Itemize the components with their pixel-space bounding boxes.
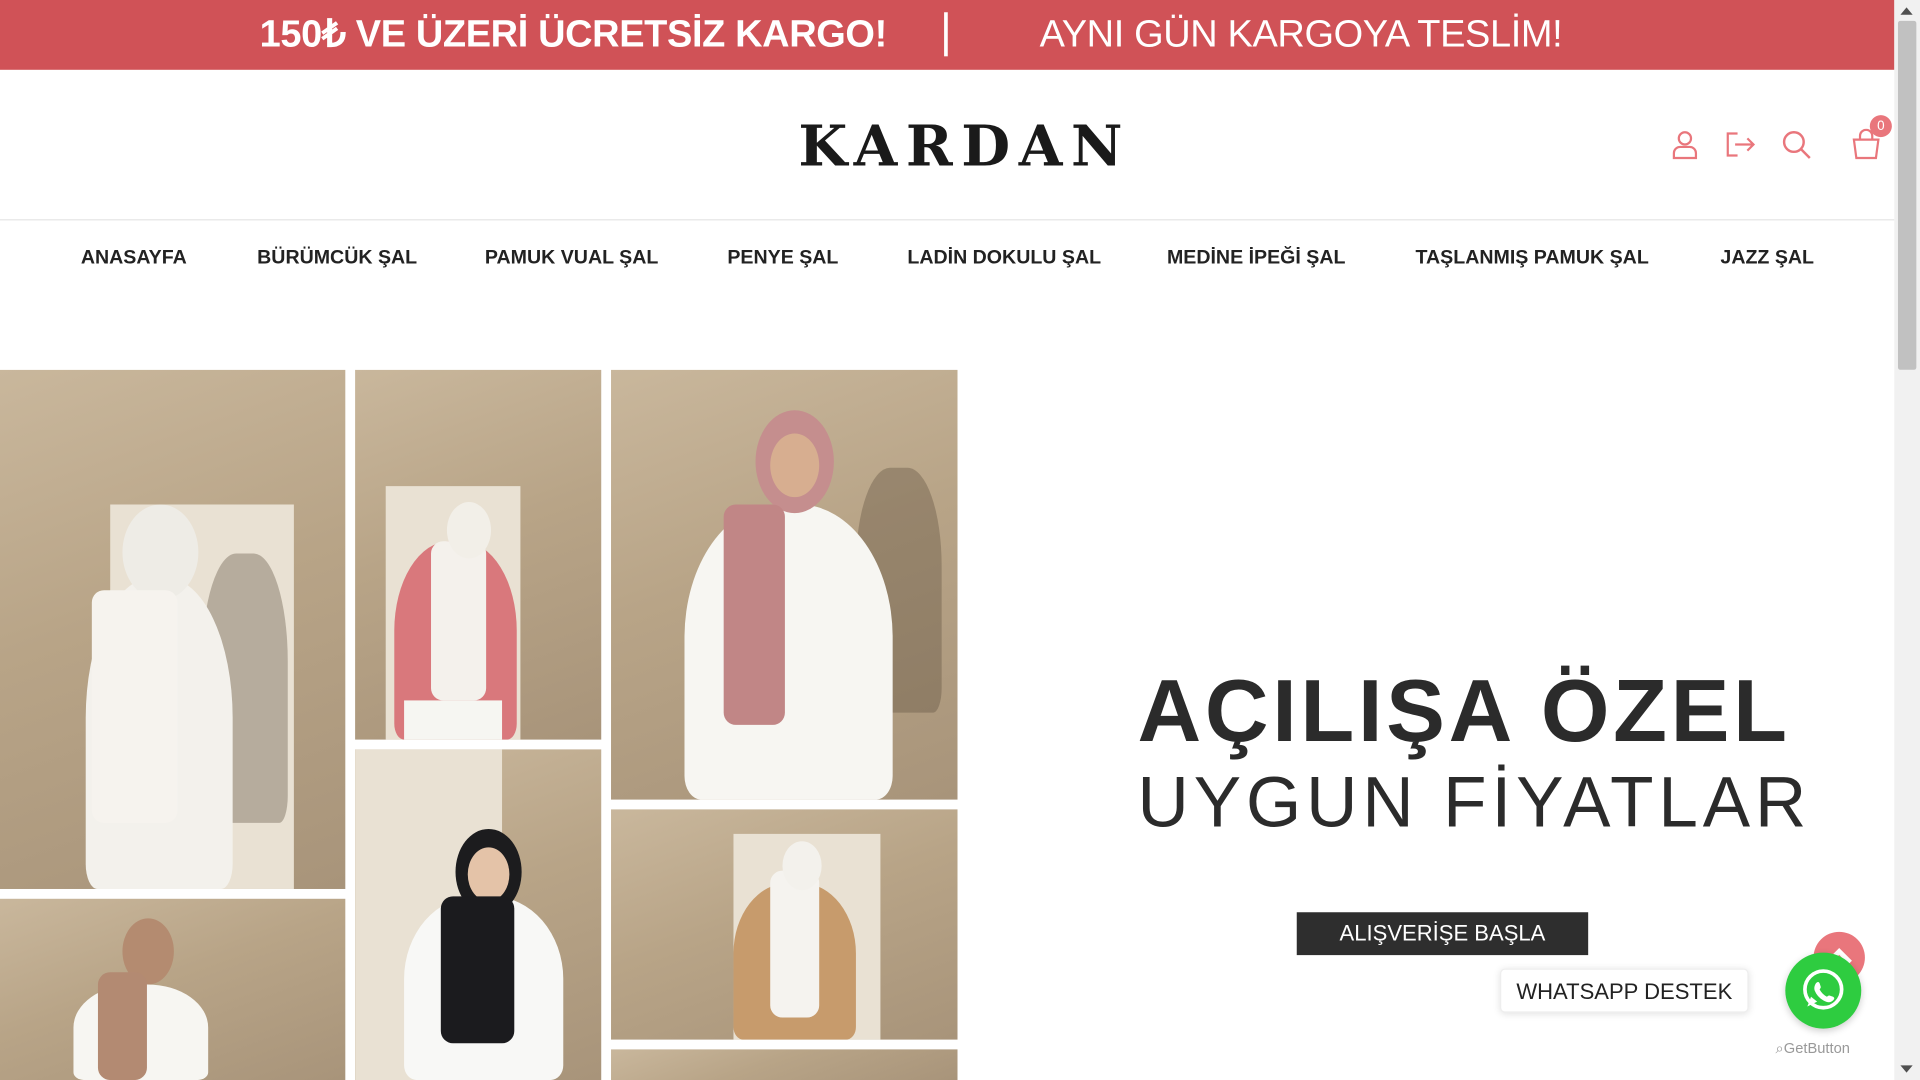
logout-icon[interactable]: [1724, 129, 1756, 161]
page-scrollbar[interactable]: [1894, 0, 1920, 1080]
model-photo-white-scarf-profile: [0, 369, 346, 889]
getbutton-credit[interactable]: ⌕GetButton: [1776, 1040, 1850, 1058]
nav-item-jazz-sal[interactable]: JAZZ ŞAL: [1720, 247, 1814, 269]
start-shopping-button[interactable]: ALIŞVERİŞE BAŞLA: [1296, 912, 1589, 956]
main-navigation: ANASAYFA BÜRÜMCÜK ŞAL PAMUK VUAL ŞAL PEN…: [0, 222, 1894, 295]
getbutton-logo-icon: ⌕: [1775, 1039, 1784, 1057]
whatsapp-button[interactable]: [1785, 952, 1862, 1029]
scroll-down-arrow-icon[interactable]: [1900, 1065, 1913, 1073]
model-photo-beige-scarf: [0, 898, 346, 1080]
nav-item-penye-sal[interactable]: PENYE ŞAL: [727, 247, 838, 269]
getbutton-label: GetButton: [1783, 1039, 1850, 1057]
free-shipping-text: 150₺ VE ÜZERİ ÜCRETSİZ KARGO!: [259, 12, 888, 56]
nav-item-burumcuk-sal[interactable]: BÜRÜMCÜK ŞAL: [257, 247, 417, 269]
whatsapp-support-label[interactable]: WHATSAPP DESTEK: [1500, 968, 1749, 1013]
model-photo-partial: [611, 1049, 958, 1080]
nav-item-anasayfa[interactable]: ANASAYFA: [81, 247, 187, 269]
site-header: KARDAN: [0, 70, 1895, 221]
same-day-shipping-text: AYNI GÜN KARGOYA TESLİM!: [1039, 12, 1563, 56]
nav-item-medine-ipegi-sal[interactable]: MEDİNE İPEĞİ ŞAL: [1167, 247, 1346, 269]
search-icon[interactable]: [1780, 129, 1812, 161]
promo-bar: 150₺ VE ÜZERİ ÜCRETSİZ KARGO! AYNI GÜN K…: [0, 0, 1895, 70]
scroll-up-arrow-icon[interactable]: [1900, 7, 1913, 15]
nav-item-taslanmis-pamuk-sal[interactable]: TAŞLANMIŞ PAMUK ŞAL: [1416, 247, 1649, 269]
model-photo-pink-scarf: [611, 369, 958, 800]
model-photo-black-scarf: [355, 749, 602, 1080]
site-logo[interactable]: KARDAN: [798, 113, 1131, 179]
nav-item-ladin-dokulu-sal[interactable]: LADİN DOKULU ŞAL: [907, 247, 1101, 269]
whatsapp-icon: [1803, 969, 1844, 1010]
user-icon[interactable]: [1669, 129, 1701, 161]
scrollbar-thumb[interactable]: [1897, 20, 1917, 370]
nav-item-pamuk-vual-sal[interactable]: PAMUK VUAL ŞAL: [485, 247, 658, 269]
hero-title: AÇILIŞA ÖZEL: [1137, 662, 1791, 761]
promo-divider: [944, 12, 948, 57]
hero-subtitle: UYGUN FİYATLAR: [1137, 762, 1812, 843]
cart-count-badge: 0: [1869, 115, 1892, 138]
model-photo-pink-blazer: [355, 369, 602, 740]
hero-photo-collage[interactable]: [0, 369, 958, 1080]
model-photo-camel-coat: [611, 809, 958, 1040]
